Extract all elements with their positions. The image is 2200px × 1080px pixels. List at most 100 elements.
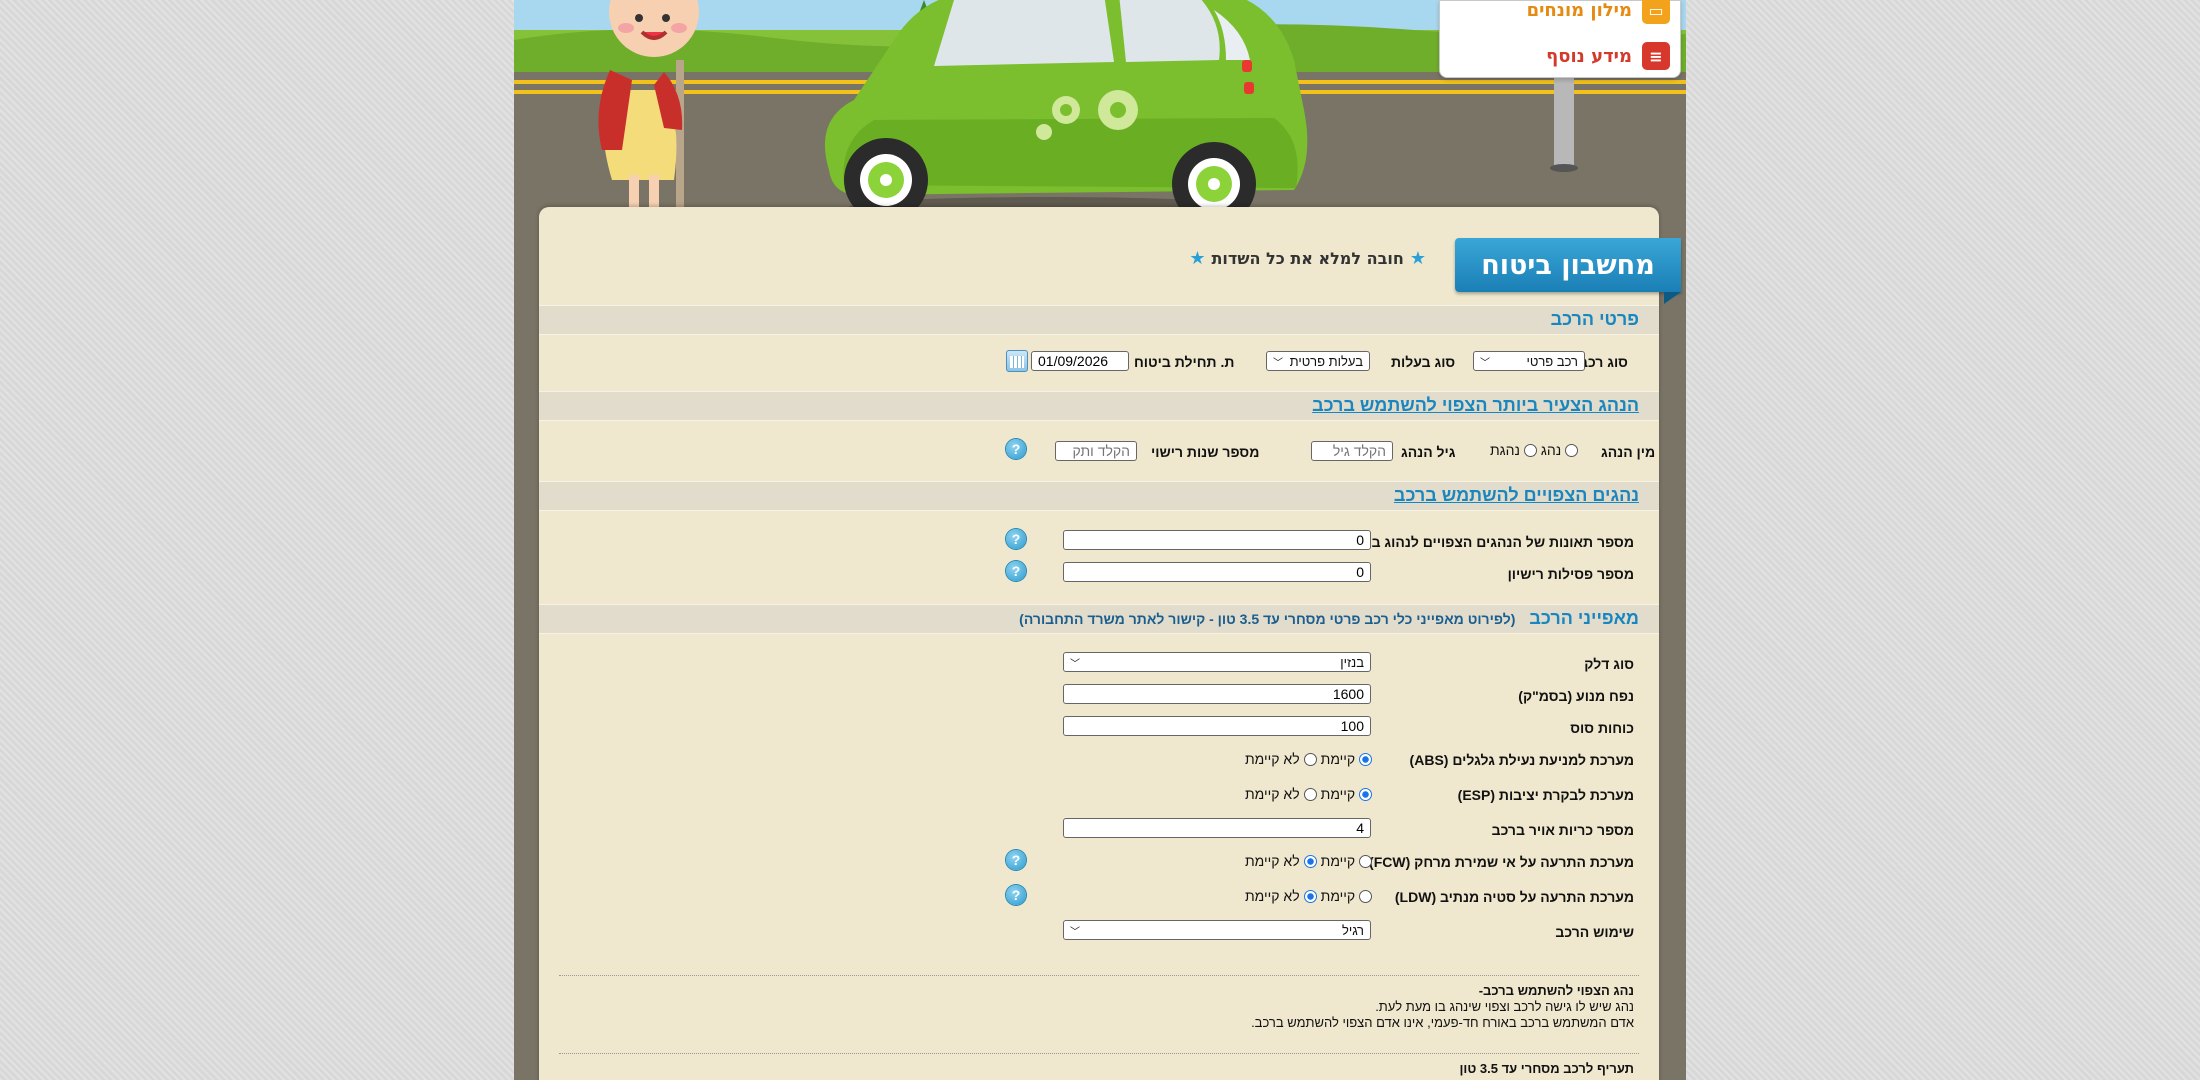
help-icon[interactable]: ?: [1006, 561, 1026, 581]
start-date-label: ת. תחילת ביטוח: [1134, 354, 1235, 370]
gender-female-label: נהגת: [1490, 442, 1520, 458]
engine-label: נפח מנוע (בסמ"ק): [1518, 688, 1634, 704]
license-years-label: מספר שנות רישוי: [1151, 444, 1260, 460]
section-title: פרטי הרכב: [1550, 309, 1639, 329]
engine-input[interactable]: [1063, 684, 1371, 704]
abs-not-exists-radio[interactable]: [1303, 752, 1317, 766]
help-icon[interactable]: ?: [1006, 529, 1026, 549]
section-expected-drivers: נהגים הצפויים להשתמש ברכב: [539, 481, 1659, 511]
usage-label: שימוש הרכב: [1555, 924, 1634, 940]
gender-male-label: נהג: [1540, 442, 1562, 458]
esp-not-exists-radio[interactable]: [1303, 787, 1317, 801]
driver-age-label: גיל הנהג: [1401, 444, 1456, 460]
note-line: אדם המשתמש ברכב באורח חד-פעמי, אינו אדם …: [1251, 1015, 1634, 1030]
exists-label: קיימת: [1320, 786, 1356, 802]
chevron-down-icon: ﹀: [1273, 357, 1283, 369]
usage-value: רגיל: [1341, 922, 1364, 938]
ownership-select[interactable]: בעלות פרטית ﹀: [1266, 351, 1370, 371]
exists-label: קיימת: [1320, 853, 1356, 869]
help-icon[interactable]: ?: [1006, 885, 1026, 905]
commercial-rate-title: תעריף לרכב מסחרי עד 3.5 טון: [1459, 1061, 1634, 1076]
more-info-link[interactable]: ≡ מידע נוסף: [1546, 41, 1670, 71]
dictionary-link[interactable]: ▭ מילון מונחים: [1527, 0, 1670, 25]
title-tab-fold: [1664, 292, 1681, 304]
section-title-link[interactable]: הנהג הצעיר ביותר הצפוי להשתמש ברכב: [1312, 395, 1639, 416]
not-exists-label: לא קיימת: [1245, 786, 1300, 802]
gender-female-radio[interactable]: [1523, 443, 1537, 457]
section-title: מאפייני הרכב (לפירוט מאפייני כלי רכב פרטי…: [1019, 608, 1639, 629]
esp-exists-radio[interactable]: [1359, 787, 1373, 801]
document-icon: ≡: [1642, 42, 1670, 70]
vehicle-type-value: רכב פרטי: [1526, 353, 1578, 369]
vehicle-type-label: סוג רכב: [1579, 354, 1628, 370]
chevron-down-icon: ﹀: [1480, 357, 1490, 369]
ownership-label: סוג בעלות: [1391, 354, 1456, 370]
calculator-title: מחשבון ביטוח: [1455, 238, 1681, 292]
transport-ministry-link[interactable]: (לפירוט מאפייני כלי רכב פרטי מסחרי עד 3.…: [1019, 611, 1515, 627]
not-exists-label: לא קיימת: [1245, 853, 1300, 869]
esp-label: מערכת לבקרת יציבות (ESP): [1457, 787, 1634, 803]
dictionary-label: מילון מונחים: [1526, 0, 1632, 21]
gender-radio-group: נהג נהגת: [1490, 442, 1579, 458]
fcw-not-exists-radio[interactable]: [1303, 854, 1317, 868]
driver-age-input[interactable]: [1311, 441, 1393, 461]
ownership-value: בעלות פרטית: [1289, 353, 1363, 369]
note-line: נהג שיש לו גישה לרכב וצפוי שינהג בו מעת …: [1375, 999, 1634, 1014]
required-note-text: חובה למלא את כל השדות: [1211, 249, 1404, 268]
fuel-label: סוג דלק: [1584, 656, 1634, 672]
exists-label: קיימת: [1320, 888, 1356, 904]
gender-label: מין הנהג: [1601, 444, 1656, 460]
chevron-down-icon: ﹀: [1070, 658, 1080, 670]
horsepower-input[interactable]: [1063, 716, 1371, 736]
abs-label: מערכת למניעת נעילת גלגלים (ABS): [1409, 752, 1634, 768]
fcw-radio-group: קיימת לא קיימת: [1245, 853, 1373, 869]
revocations-input[interactable]: [1063, 562, 1371, 582]
more-info-label: מידע נוסף: [1546, 45, 1632, 67]
section-young-driver: הנהג הצעיר ביותר הצפוי להשתמש ברכב: [539, 391, 1659, 421]
esp-radio-group: קיימת לא קיימת: [1245, 786, 1373, 802]
calendar-icon[interactable]: [1006, 350, 1028, 372]
section-vehicle-details: פרטי הרכב: [539, 305, 1659, 335]
star-icon: ★: [1189, 248, 1206, 269]
divider: [559, 975, 1639, 976]
not-exists-label: לא קיימת: [1245, 751, 1300, 767]
star-icon: ★: [1409, 248, 1426, 269]
fuel-value: בנזין: [1340, 654, 1364, 670]
abs-radio-group: קיימת לא קיימת: [1245, 751, 1373, 767]
vehicle-type-select[interactable]: רכב פרטי ﹀: [1473, 351, 1585, 371]
help-icon[interactable]: ?: [1006, 850, 1026, 870]
start-date-input[interactable]: [1031, 351, 1129, 371]
fcw-exists-radio[interactable]: [1359, 854, 1373, 868]
section-title-link[interactable]: נהגים הצפויים להשתמש ברכב: [1394, 485, 1639, 506]
ldw-not-exists-radio[interactable]: [1303, 889, 1317, 903]
fuel-select[interactable]: בנזין ﹀: [1063, 652, 1371, 672]
exists-label: קיימת: [1320, 751, 1356, 767]
note-title: נהג הצפוי להשתמש ברכב-: [1478, 983, 1634, 998]
section-vehicle-features: מאפייני הרכב (לפירוט מאפייני כלי רכב פרטי…: [539, 604, 1659, 634]
abs-exists-radio[interactable]: [1359, 752, 1373, 766]
accidents-label: מספר תאונות של הנהגים הצפויים לנהוג ברכב: [1347, 534, 1634, 550]
divider: [559, 1053, 1639, 1054]
revocations-label: מספר פסילות רישיון: [1507, 566, 1634, 582]
site-container: ▭ מילון מונחים ≡ מידע נוסף ★ חובה למלא א…: [514, 0, 1686, 1080]
airbags-label: מספר כריות אויר ברכב: [1491, 822, 1634, 838]
dictionary-icon: ▭: [1642, 0, 1670, 24]
section-title-text: מאפייני הרכב: [1529, 608, 1639, 628]
license-years-input[interactable]: [1055, 441, 1137, 461]
gender-male-radio[interactable]: [1565, 443, 1579, 457]
chevron-down-icon: ﹀: [1070, 926, 1080, 938]
expected-driver-note: נהג הצפוי להשתמש ברכב- נהג שיש לו גישה ל…: [1251, 983, 1634, 1031]
help-icon[interactable]: ?: [1006, 439, 1026, 459]
ldw-radio-group: קיימת לא קיימת: [1245, 888, 1373, 904]
not-exists-label: לא קיימת: [1245, 888, 1300, 904]
horsepower-label: כוחות סוס: [1570, 720, 1634, 736]
accidents-input[interactable]: [1063, 530, 1371, 550]
ldw-label: מערכת התרעה על סטיה מנתיב (LDW): [1394, 889, 1634, 905]
calculator-panel: ★ חובה למלא את כל השדות ★ פרטי הרכב סוג …: [539, 207, 1659, 1080]
info-menu: ▭ מילון מונחים ≡ מידע נוסף: [1439, 0, 1681, 78]
fcw-label: מערכת התרעה על אי שמירת מרחק (FCW): [1369, 854, 1634, 870]
usage-select[interactable]: רגיל ﹀: [1063, 920, 1371, 940]
ldw-exists-radio[interactable]: [1359, 889, 1373, 903]
airbags-input[interactable]: [1063, 818, 1371, 838]
required-fields-note: ★ חובה למלא את כל השדות ★: [1184, 248, 1426, 269]
